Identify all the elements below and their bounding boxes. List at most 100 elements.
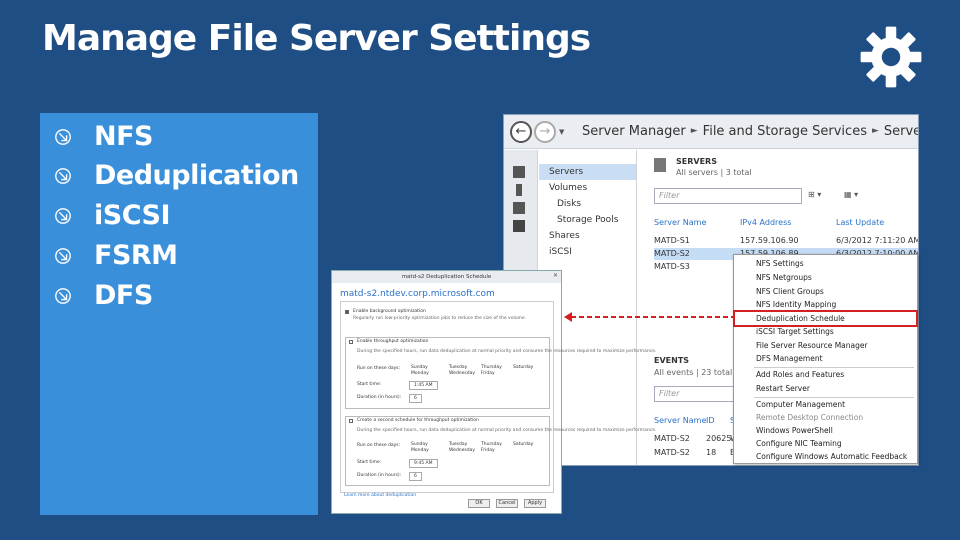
label-duration: Duration (in hours): [357, 395, 402, 400]
event-server[interactable]: MATD-S2 [654, 434, 690, 443]
servers-filter-input[interactable]: Filter [654, 188, 802, 204]
dialog-body: Enable background optimization Regularly… [340, 301, 656, 493]
cancel-button[interactable]: Cancel [496, 499, 518, 508]
event-server[interactable]: MATD-S2 [654, 448, 690, 457]
all-servers-icon[interactable] [513, 202, 525, 214]
day-option[interactable]: Tuesday [449, 365, 467, 370]
menu-item-restart-server[interactable]: Restart Server [756, 384, 810, 393]
breadcrumb-item[interactable]: Servers [884, 124, 918, 139]
day-option[interactable]: Saturday [513, 442, 533, 447]
column-header[interactable]: Server Name [654, 416, 706, 425]
column-header[interactable]: ID [706, 416, 715, 425]
column-header[interactable]: IPv4 Address [740, 218, 791, 227]
day-option[interactable]: Sunday [411, 365, 428, 370]
list-item: FSRM [54, 240, 178, 271]
history-dropdown-icon[interactable]: ▼ [559, 128, 564, 136]
label-start-time: Start time: [357, 460, 382, 465]
dialog-host: matd-s2.ntdev.corp.microsoft.com [340, 289, 495, 299]
breadcrumb-item[interactable]: Server Manager [582, 124, 686, 139]
menu-item-nic-teaming[interactable]: Configure NIC Teaming [756, 439, 842, 448]
bullet-label: Deduplication [94, 160, 299, 191]
servers-header: SERVERS [676, 157, 717, 166]
server-name[interactable]: MATD-S1 [654, 236, 690, 245]
day-option[interactable]: Friday [481, 448, 495, 453]
forward-button[interactable]: → [534, 121, 556, 143]
menu-item-computer-management[interactable]: Computer Management [756, 400, 845, 409]
back-button[interactable]: ← [510, 121, 532, 143]
dialog-title: matd-s2 Deduplication Schedule [332, 271, 561, 283]
nav-item-iscsi[interactable]: iSCSI [549, 247, 572, 257]
gear-icon [860, 26, 922, 88]
day-option[interactable]: Friday [481, 371, 495, 376]
breadcrumb: Server Manager ► File and Storage Services… [582, 124, 918, 139]
nav-item-disks[interactable]: Disks [557, 199, 581, 209]
day-option[interactable]: Monday [411, 448, 429, 453]
duration-field[interactable]: 6 [409, 394, 422, 403]
nav-item-shares[interactable]: Shares [549, 231, 580, 241]
day-option[interactable]: Wednesday [449, 448, 475, 453]
menu-item-powershell[interactable]: Windows PowerShell [756, 426, 833, 435]
menu-item-dfs-management[interactable]: DFS Management [756, 354, 823, 363]
server-name[interactable]: MATD-S3 [654, 262, 690, 271]
ok-button[interactable]: OK [468, 499, 490, 508]
checkbox-throughput-2[interactable] [349, 419, 353, 423]
checkbox-throughput-1[interactable] [349, 340, 353, 344]
day-option[interactable]: Tuesday [449, 442, 467, 447]
highlight-box [733, 310, 918, 327]
label-start-time: Start time: [357, 382, 382, 387]
duration-field[interactable]: 6 [409, 472, 422, 481]
menu-item-automatic-feedback[interactable]: Configure Windows Automatic Feedback [756, 452, 907, 461]
server-name[interactable]: MATD-S2 [654, 249, 690, 258]
day-option[interactable]: Thursday [481, 365, 502, 370]
arrow-down-right-icon [55, 207, 71, 224]
breadcrumb-item[interactable]: File and Storage Services [703, 124, 867, 139]
list-item: NFS [54, 121, 154, 152]
learn-more-link[interactable]: Learn more about deduplication [344, 493, 416, 498]
menu-item-fsrm[interactable]: File Server Resource Manager [756, 341, 868, 350]
day-option[interactable]: Monday [411, 371, 429, 376]
start-time-field[interactable]: 9:45 AM [409, 459, 438, 468]
servers-subheader: All servers | 3 total [676, 168, 752, 177]
filter-options-icon[interactable]: ⊞ ▾ [808, 190, 821, 199]
list-item: Deduplication [54, 160, 299, 191]
close-icon[interactable]: ✕ [553, 272, 558, 279]
label-throughput-1: Enable throughput optimization [357, 339, 429, 344]
arrow-down-right-icon [55, 167, 71, 184]
dedup-schedule-dialog: matd-s2 Deduplication Schedule ✕ matd-s2… [331, 270, 656, 514]
menu-item-nfs-client-groups[interactable]: NFS Client Groups [756, 287, 824, 296]
nav-item-storage-pools[interactable]: Storage Pools [557, 215, 618, 225]
local-server-icon[interactable] [516, 184, 522, 196]
column-header[interactable]: Server Name [654, 218, 706, 227]
nav-item-servers[interactable]: Servers [549, 167, 583, 177]
menu-item-iscsi-target-settings[interactable]: iSCSI Target Settings [756, 327, 834, 336]
chevron-right-icon: ► [871, 126, 879, 136]
bullet-label: NFS [94, 121, 154, 152]
server-ip: 157.59.106.90 [740, 236, 799, 245]
arrow-down-right-icon [55, 287, 71, 304]
menu-item-nfs-settings[interactable]: NFS Settings [756, 259, 804, 268]
menu-item-nfs-identity-mapping[interactable]: NFS Identity Mapping [756, 300, 836, 309]
start-time-field[interactable]: 1:45 AM [409, 381, 438, 390]
day-option[interactable]: Wednesday [449, 371, 475, 376]
checkbox-enable-bg[interactable] [345, 310, 349, 314]
column-header[interactable]: Last Update [836, 218, 884, 227]
day-option[interactable]: Sunday [411, 442, 428, 447]
bullet-panel: NFS Deduplication iSCSI FSRM DFS [40, 113, 318, 515]
arrow-down-right-icon [55, 247, 71, 264]
arrow-down-right-icon [55, 128, 71, 145]
tp2-description: During the specified hours, run data ded… [357, 428, 657, 433]
dashboard-icon[interactable] [513, 166, 525, 178]
menu-item-nfs-netgroups[interactable]: NFS Netgroups [756, 273, 812, 282]
apply-button[interactable]: Apply [524, 499, 546, 508]
bullet-label: iSCSI [94, 200, 171, 231]
file-storage-icon[interactable] [513, 220, 525, 232]
menu-item-add-roles[interactable]: Add Roles and Features [756, 370, 844, 379]
day-option[interactable]: Thursday [481, 442, 502, 447]
page-title: Manage File Server Settings [42, 18, 591, 59]
save-query-icon[interactable]: ▦ ▾ [844, 190, 858, 199]
label-run-on: Run on these days: [357, 366, 401, 371]
menu-separator [754, 367, 914, 368]
nav-item-volumes[interactable]: Volumes [549, 183, 587, 193]
menu-item-remote-desktop[interactable]: Remote Desktop Connection [756, 413, 863, 422]
day-option[interactable]: Saturday [513, 365, 533, 370]
